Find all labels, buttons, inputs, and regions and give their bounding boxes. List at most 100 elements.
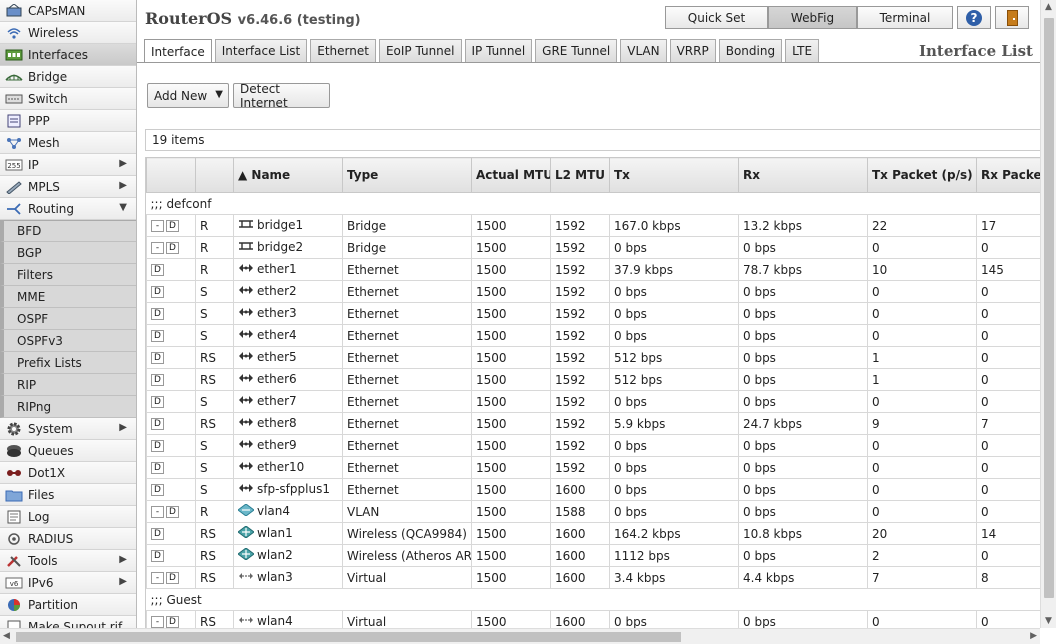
table-row[interactable]: D Sether9 Ethernet 1500 1592 0 bps 0 bps 0 0: [146, 434, 1040, 457]
tab-eoip-tunnel[interactable]: EoIP Tunnel: [378, 39, 462, 62]
name-cell[interactable]: ether7: [233, 390, 343, 413]
table-row[interactable]: - D Rbridge2 Bridge 1500 1592 0 bps 0 bps 0 0: [146, 236, 1040, 259]
tab-bonding[interactable]: Bonding: [718, 39, 783, 62]
delete-button[interactable]: D: [151, 418, 164, 430]
help-button[interactable]: ?: [957, 6, 991, 29]
sidebar-item-radius[interactable]: RADIUS: [0, 528, 136, 550]
delete-button[interactable]: D: [151, 264, 164, 276]
delete-button[interactable]: D: [151, 352, 164, 364]
column-header[interactable]: Type: [342, 157, 472, 193]
table-row[interactable]: D Sether4 Ethernet 1500 1592 0 bps 0 bps 0 0: [146, 324, 1040, 347]
table-row[interactable]: D RS wlan1 Wireless (QCA9984) 1500 1600 164.2 …: [146, 522, 1040, 545]
sidebar-item-dot1x[interactable]: Dot1X: [0, 462, 136, 484]
delete-button[interactable]: D: [151, 330, 164, 342]
horizontal-scroll-thumb[interactable]: [16, 632, 681, 642]
table-row[interactable]: D Sether3 Ethernet 1500 1592 0 bps 0 bps 0 0: [146, 302, 1040, 325]
column-header[interactable]: Rx: [738, 157, 868, 193]
sidebar-item-tools[interactable]: Tools ▶: [0, 550, 136, 572]
delete-button[interactable]: D: [151, 550, 164, 562]
horizontal-scrollbar[interactable]: ◀ ▶: [0, 628, 1040, 644]
delete-button[interactable]: D: [151, 484, 164, 496]
sidebar-item-filters[interactable]: Filters: [0, 264, 136, 286]
name-cell[interactable]: ether10: [233, 456, 343, 479]
disable-button[interactable]: -: [151, 220, 164, 232]
table-row[interactable]: D Sether10 Ethernet 1500 1592 0 bps 0 bps 0 0: [146, 456, 1040, 479]
disable-button[interactable]: -: [151, 242, 164, 254]
delete-button[interactable]: D: [151, 286, 164, 298]
scroll-right-icon[interactable]: ▶: [1030, 631, 1037, 641]
sidebar-item-mpls[interactable]: MPLS ▶: [0, 176, 136, 198]
sidebar-item-ospf[interactable]: OSPF: [0, 308, 136, 330]
table-row[interactable]: D Rether1 Ethernet 1500 1592 37.9 kbps 78.7 kb…: [146, 258, 1040, 281]
delete-button[interactable]: D: [166, 220, 179, 232]
table-row[interactable]: D RS ether8 Ethernet 1500 1592 5.9 kbps 24.7 kb…: [146, 412, 1040, 435]
sidebar-item-ripng[interactable]: RIPng: [0, 396, 136, 418]
sidebar-item-log[interactable]: Log: [0, 506, 136, 528]
sidebar-item-ospfv3[interactable]: OSPFv3: [0, 330, 136, 352]
delete-button[interactable]: D: [151, 462, 164, 474]
column-header[interactable]: Tx: [609, 157, 739, 193]
tab-vrrp[interactable]: VRRP: [669, 39, 716, 62]
sidebar-item-ipv6[interactable]: v6 IPv6 ▶: [0, 572, 136, 594]
column-header[interactable]: L2 MTU: [550, 157, 610, 193]
sidebar-item-system[interactable]: System ▶: [0, 418, 136, 440]
name-cell[interactable]: ether8: [233, 412, 343, 435]
name-cell[interactable]: ether9: [233, 434, 343, 457]
sidebar-item-queues[interactable]: Queues: [0, 440, 136, 462]
name-cell[interactable]: wlan2: [233, 544, 343, 567]
add-new-button[interactable]: Add New ▼: [147, 83, 229, 108]
table-row[interactable]: D Ssfp-sfpplus1 Ethernet 1500 1600 0 bps 0 bps…: [146, 478, 1040, 501]
delete-button[interactable]: D: [166, 616, 179, 628]
scroll-up-icon[interactable]: ▲: [1045, 2, 1052, 12]
sidebar-item-mme[interactable]: MME: [0, 286, 136, 308]
table-row[interactable]: D RS wlan2 Wireless (Atheros AR9 1500 1600 111…: [146, 544, 1040, 567]
table-row[interactable]: - D Rvlan4 VLAN 1500 1588 0 bps 0 bps 0 0: [146, 500, 1040, 523]
name-cell[interactable]: ether4: [233, 324, 343, 347]
sidebar-item-partition[interactable]: Partition: [0, 594, 136, 616]
column-header[interactable]: ▲ Name: [233, 157, 343, 193]
table-row[interactable]: - D Rbridge1 Bridge 1500 1592 167.0 kbps 13.2 k…: [146, 214, 1040, 237]
column-header[interactable]: Actual MTU: [471, 157, 551, 193]
sidebar-item-files[interactable]: Files: [0, 484, 136, 506]
sidebar-item-capsman[interactable]: CAPsMAN: [0, 0, 136, 22]
tab-lte[interactable]: LTE: [785, 39, 820, 62]
sidebar-item-bgp[interactable]: BGP: [0, 242, 136, 264]
tab-ethernet[interactable]: Ethernet: [310, 39, 376, 62]
scroll-down-icon[interactable]: ▼: [1045, 616, 1052, 626]
tab-interface[interactable]: Interface: [144, 39, 212, 63]
disable-button[interactable]: -: [151, 506, 164, 518]
name-cell[interactable]: wlan4: [233, 610, 343, 628]
name-cell[interactable]: sfp-sfpplus1: [233, 478, 343, 501]
detect-internet-button[interactable]: Detect Internet: [233, 82, 330, 110]
delete-button[interactable]: D: [166, 506, 179, 518]
sidebar-item-prefix-lists[interactable]: Prefix Lists: [0, 352, 136, 374]
name-cell[interactable]: ether3: [233, 302, 343, 325]
sidebar-item-switch[interactable]: Switch: [0, 88, 136, 110]
name-cell[interactable]: wlan3: [233, 566, 343, 589]
logout-button[interactable]: [995, 6, 1029, 29]
sidebar-item-ip[interactable]: 255 IP ▶: [0, 154, 136, 176]
vertical-scroll-thumb[interactable]: [1044, 18, 1054, 598]
sidebar-item-interfaces[interactable]: Interfaces: [0, 44, 136, 66]
name-cell[interactable]: bridge2: [233, 236, 343, 259]
delete-button[interactable]: D: [166, 572, 179, 584]
sidebar-item-wireless[interactable]: Wireless: [0, 22, 136, 44]
webfig-button[interactable]: WebFig: [768, 6, 857, 29]
disable-button[interactable]: -: [151, 572, 164, 584]
delete-button[interactable]: D: [151, 440, 164, 452]
sidebar-item-bridge[interactable]: Bridge: [0, 66, 136, 88]
name-cell[interactable]: wlan1: [233, 522, 343, 545]
table-row[interactable]: D Sether7 Ethernet 1500 1592 0 bps 0 bps 0 0: [146, 390, 1040, 413]
sidebar-item-bfd[interactable]: BFD: [0, 220, 136, 242]
tab-ip-tunnel[interactable]: IP Tunnel: [464, 39, 533, 62]
name-cell[interactable]: ether1: [233, 258, 343, 281]
quickset-button[interactable]: Quick Set: [665, 6, 768, 29]
column-header[interactable]: Tx Packet (p/s): [867, 157, 977, 193]
delete-button[interactable]: D: [151, 528, 164, 540]
name-cell[interactable]: ether2: [233, 280, 343, 303]
table-row[interactable]: - D RS wlan3 Virtual 1500 1600 3.4 kbps 4.4 kbps…: [146, 566, 1040, 589]
sidebar-item-ppp[interactable]: PPP: [0, 110, 136, 132]
name-cell[interactable]: bridge1: [233, 214, 343, 237]
sidebar-item-routing[interactable]: Routing ▼: [0, 198, 136, 220]
table-row[interactable]: D Sether2 Ethernet 1500 1592 0 bps 0 bps 0 0: [146, 280, 1040, 303]
